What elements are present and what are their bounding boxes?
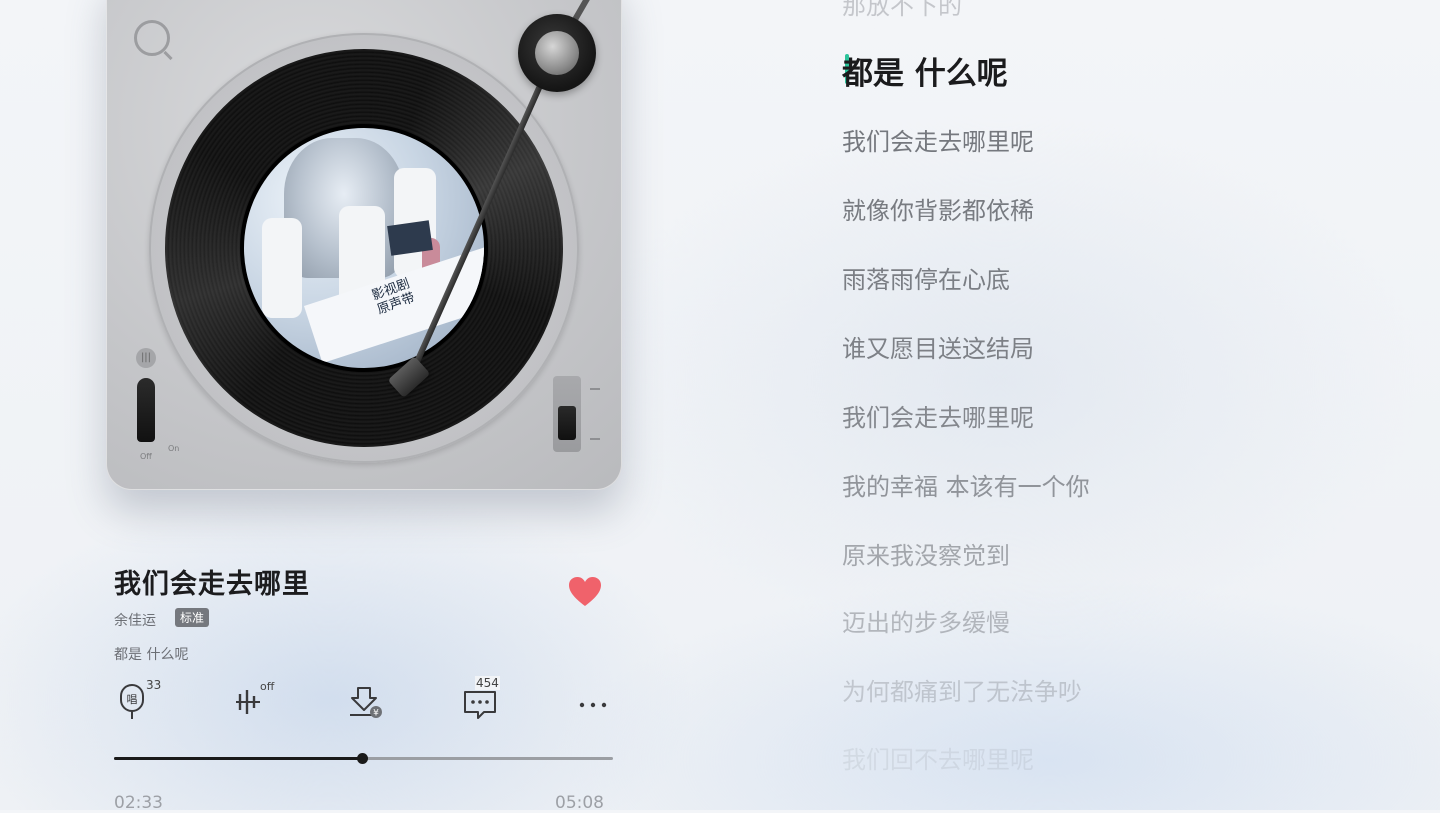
svg-text:¥: ¥	[373, 709, 379, 719]
turntable-artwork: 影视剧 原声带 ||| Off On	[106, 0, 622, 490]
lyric-line[interactable]: 就像你背影都依稀	[842, 191, 1034, 226]
lyric-line[interactable]: 我们回不去哪里呢	[842, 740, 1034, 775]
total-time: 05:08	[555, 793, 604, 813]
progress-bar[interactable]	[114, 753, 613, 764]
sound-effect-button[interactable]: off	[236, 676, 286, 720]
lyric-line[interactable]: 迈出的步多缓慢	[842, 603, 1010, 638]
song-title: 我们会走去哪里	[114, 569, 310, 600]
lyric-line[interactable]: 我的幸福 本该有一个你	[842, 467, 1090, 502]
speed-tick	[590, 438, 600, 440]
lever-off-label: Off	[140, 452, 152, 461]
like-button[interactable]	[567, 576, 603, 608]
lyric-line-active[interactable]: 都是 什么呢	[842, 48, 1008, 93]
progress-fill	[114, 757, 362, 760]
current-lyric-line: 都是 什么呢	[114, 647, 189, 663]
power-wave-icon: |||	[136, 348, 156, 368]
download-button[interactable]: ¥	[348, 676, 388, 720]
lyric-line[interactable]: 为何都痛到了无法争吵	[842, 672, 1082, 707]
comment-count: 454	[475, 676, 500, 690]
download-icon: ¥	[350, 687, 382, 719]
speed-tick	[590, 388, 600, 390]
more-icon	[579, 702, 607, 708]
svg-text:唱: 唱	[127, 693, 138, 706]
heart-icon	[569, 577, 601, 606]
quality-badge[interactable]: 标准	[175, 608, 210, 627]
lyric-line[interactable]: 我们会走去哪里呢	[842, 398, 1034, 433]
progress-handle[interactable]	[357, 753, 368, 764]
lyric-line[interactable]: 原来我没察觉到	[842, 536, 1010, 571]
comments-button[interactable]: 454	[462, 676, 512, 720]
artist-name[interactable]: 余佳运	[114, 610, 156, 630]
tonearm-pivot	[518, 14, 596, 92]
lyric-line[interactable]: 谁又愿目送这结局	[842, 329, 1034, 364]
sound-effect-status: off	[260, 680, 275, 693]
lyric-line[interactable]: 那放不下的	[842, 0, 962, 21]
lyric-line[interactable]: 我们会走去哪里呢	[842, 122, 1034, 157]
lever-on-label: On	[168, 444, 180, 453]
sing-count: 33	[146, 678, 162, 692]
lyric-line[interactable]: 雨落雨停在心底	[842, 260, 1010, 295]
speed-slider-knob[interactable]	[558, 406, 576, 440]
current-time: 02:33	[114, 793, 163, 813]
sing-button[interactable]: 唱 33	[116, 676, 166, 720]
qq-music-logo-icon	[134, 20, 170, 56]
microphone-sing-icon: 唱	[120, 684, 144, 719]
album-cover	[244, 128, 484, 368]
more-button[interactable]	[578, 676, 610, 720]
lyrics-panel[interactable]: 那放不下的都是 什么呢我们会走去哪里呢 就像你背影都依稀 雨落雨停在心底 谁又愿目送这…	[842, 0, 1402, 810]
power-lever[interactable]	[137, 378, 155, 442]
